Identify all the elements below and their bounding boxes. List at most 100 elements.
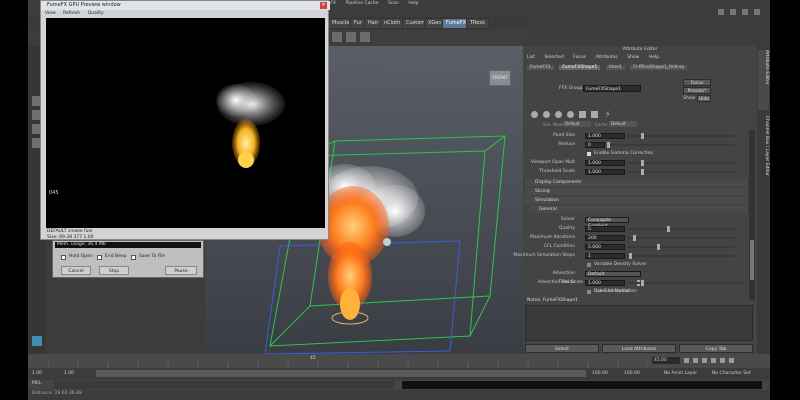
- viewport-opac-slider[interactable]: [627, 160, 735, 166]
- cfl-field[interactable]: 5.000: [585, 244, 625, 250]
- end-time-field[interactable]: 100.00: [624, 370, 652, 377]
- preview-menu-refresh[interactable]: Refresh: [63, 11, 80, 16]
- shelf-tab-ncloth[interactable]: nCloth: [380, 18, 405, 29]
- side-tab-channel-box[interactable]: Channel Box / Layer Editor: [758, 116, 769, 206]
- cancel-button[interactable]: Cancel: [61, 266, 91, 275]
- threshold-field[interactable]: 1.000: [585, 169, 625, 175]
- section-general[interactable]: General: [529, 206, 747, 213]
- layout-icon[interactable]: [32, 336, 42, 346]
- current-frame-marker[interactable]: 45: [310, 356, 316, 361]
- lightning-icon[interactable]: ⚡: [605, 110, 612, 119]
- viewport-opac-field[interactable]: 1.000: [585, 160, 625, 166]
- shelf-icon-2[interactable]: [346, 32, 356, 42]
- stop-button[interactable]: Stop: [99, 266, 129, 275]
- menu-pipeline-cache[interactable]: Pipeline Cache: [345, 0, 378, 8]
- max-iterations-field[interactable]: 200: [585, 235, 625, 241]
- menu-scan[interactable]: Scan: [388, 0, 399, 8]
- toolbar-icon-b[interactable]: [730, 9, 736, 15]
- variable-density-checkbox[interactable]: [587, 263, 591, 267]
- reduce-field[interactable]: 0: [585, 142, 605, 148]
- range-start-field[interactable]: 1.00: [64, 370, 88, 377]
- shelf-icon-1[interactable]: [332, 32, 342, 42]
- toolbar-icon-d[interactable]: [754, 9, 760, 15]
- ae-tab-fumefx1[interactable]: FumeFX1: [527, 65, 554, 70]
- focus-button[interactable]: Focus: [683, 79, 711, 86]
- ae-menu-list[interactable]: List: [527, 54, 535, 61]
- preview-close-icon[interactable]: ✕: [320, 2, 327, 9]
- time-scale-field[interactable]: 1.000: [585, 280, 625, 286]
- step-back-icon[interactable]: [693, 358, 698, 363]
- ae-menu-attributes[interactable]: Attributes: [596, 54, 618, 61]
- ae-scrollbar[interactable]: [749, 130, 755, 300]
- section-display-components[interactable]: Display Components: [525, 179, 747, 186]
- go-start-icon[interactable]: [684, 358, 689, 363]
- ae-tab-field[interactable]: FI-ffFireShape1_feld.sp: [630, 65, 688, 70]
- max-iterations-slider[interactable]: [627, 235, 735, 241]
- time-scale-slider[interactable]: [627, 280, 743, 286]
- preview-title-bar[interactable]: FumeFX GPU Preview window: [41, 1, 330, 10]
- select-button[interactable]: Select: [525, 344, 599, 353]
- preview-menu-quality[interactable]: Quality: [88, 11, 104, 16]
- menu-help[interactable]: Help: [408, 0, 418, 8]
- quality-slider[interactable]: [627, 226, 735, 232]
- end-beep-checkbox[interactable]: [97, 255, 102, 260]
- play-back-icon[interactable]: [702, 358, 707, 363]
- ae-menu-help[interactable]: Help: [649, 54, 659, 61]
- load-attributes-button[interactable]: Load Attributes: [602, 344, 676, 353]
- show-label[interactable]: Show: [683, 96, 695, 101]
- node-name-field[interactable]: FumeFXShape1: [583, 85, 641, 92]
- pause-button[interactable]: Pause: [165, 266, 197, 275]
- max-sim-steps-slider[interactable]: [627, 253, 735, 259]
- advection-select[interactable]: Default: [585, 271, 641, 277]
- sim-mode-select[interactable]: Default: [563, 121, 591, 127]
- time-slider[interactable]: 45 45.00: [28, 354, 770, 368]
- mel-label[interactable]: MEL: [32, 381, 41, 386]
- preview-menu-view[interactable]: View: [45, 11, 56, 16]
- character-set-select[interactable]: No Character Set: [712, 370, 762, 377]
- ae-menu-selected[interactable]: Selected: [544, 54, 564, 61]
- ae-tab-fumefxshape1[interactable]: FumeFXShape1: [559, 65, 601, 70]
- continue-sim-icon[interactable]: [543, 111, 550, 118]
- section-slicing[interactable]: Slicing: [525, 188, 747, 195]
- hold-open-checkbox[interactable]: [61, 255, 66, 260]
- anim-layer-select[interactable]: No Anim Layer: [664, 370, 708, 377]
- start-time-field[interactable]: 1.00: [32, 370, 56, 377]
- shelf-icon-3[interactable]: [360, 32, 370, 42]
- ae-scrollbar-thumb[interactable]: [750, 240, 754, 280]
- ae-menu-focus[interactable]: Focus: [573, 54, 586, 61]
- toolbar-icon-a[interactable]: [718, 9, 724, 15]
- go-end-icon[interactable]: [729, 358, 734, 363]
- shelf-tab-trexk[interactable]: TRexk: [466, 18, 490, 29]
- point-size-field[interactable]: 1.000: [585, 133, 625, 139]
- ae-menu-show[interactable]: Show: [627, 54, 639, 61]
- reduce-slider[interactable]: [607, 142, 735, 148]
- presets-button[interactable]: Presets*: [683, 87, 711, 94]
- toolbar-icon-c[interactable]: [742, 9, 748, 15]
- quality-field[interactable]: 5: [585, 226, 625, 232]
- save-file-checkbox[interactable]: [131, 255, 136, 260]
- mel-input[interactable]: [54, 381, 394, 389]
- notes-field[interactable]: [525, 305, 753, 341]
- grid-motion-checkbox[interactable]: [587, 290, 591, 294]
- cache-select[interactable]: Default: [609, 121, 637, 127]
- settings-icon[interactable]: [591, 111, 598, 118]
- current-frame-field[interactable]: 45.00: [652, 357, 680, 364]
- play-forward-icon[interactable]: [711, 358, 716, 363]
- section-simulation[interactable]: Simulation: [525, 197, 747, 204]
- range-end-field[interactable]: 100.00: [592, 370, 620, 377]
- range-slider[interactable]: [96, 370, 586, 377]
- threshold-slider[interactable]: [627, 169, 735, 175]
- side-tab-attribute-editor[interactable]: Attribute Editor: [758, 50, 769, 110]
- max-sim-steps-field[interactable]: 1: [585, 253, 625, 259]
- point-size-slider[interactable]: [627, 133, 735, 139]
- gamma-checkbox[interactable]: [587, 152, 591, 156]
- start-sim-icon[interactable]: [531, 111, 538, 118]
- retimer-icon[interactable]: [567, 111, 574, 118]
- wavelet-icon[interactable]: [555, 111, 562, 118]
- solver-select[interactable]: Conjugate Gradient: [585, 217, 629, 229]
- hide-button[interactable]: Hide: [697, 95, 711, 102]
- cfl-slider[interactable]: [627, 244, 735, 250]
- ae-tab-time1[interactable]: time1: [605, 65, 625, 70]
- preview-icon[interactable]: [579, 111, 586, 118]
- step-forward-icon[interactable]: [720, 358, 725, 363]
